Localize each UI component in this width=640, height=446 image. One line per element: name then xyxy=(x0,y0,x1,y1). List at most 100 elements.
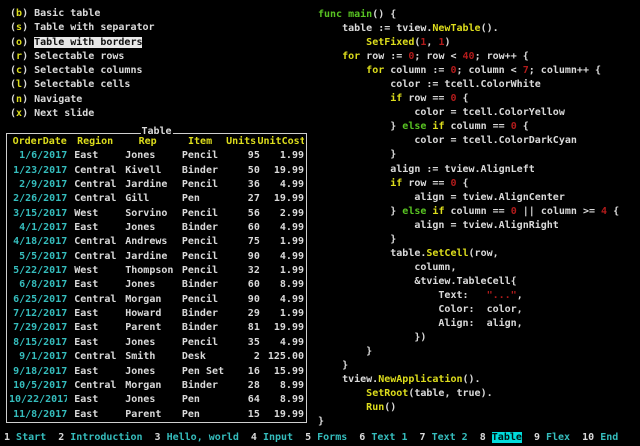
menu-item-x[interactable]: (x) Next slide xyxy=(10,107,155,121)
table-cell: East xyxy=(67,321,121,335)
table-cell: 81 xyxy=(229,321,260,335)
code-token: (). xyxy=(463,374,481,385)
code-token: { xyxy=(517,121,529,132)
code-token: row := xyxy=(360,51,408,62)
table-cell: Central xyxy=(67,192,121,206)
code-token: } xyxy=(318,360,348,371)
table-cell: 7/29/2017 xyxy=(9,321,67,335)
table-cell: 4.99 xyxy=(260,178,304,192)
table-cell: Parent xyxy=(121,321,178,335)
table-row: 4/1/2017EastJonesBinder604.99 xyxy=(9,221,304,235)
table-header-cell: Region xyxy=(70,135,120,149)
table-cell: 2 xyxy=(229,350,260,364)
code-token: SetRoot xyxy=(366,388,408,399)
table-cell: 4.99 xyxy=(260,336,304,350)
code-token: } xyxy=(318,416,324,427)
status-bar: 1 Start 2 Introduction 3 Hello, world 4 … xyxy=(4,430,640,446)
code-token: ) xyxy=(444,37,450,48)
table-cell: 28 xyxy=(229,379,260,393)
table-cell: 125.00 xyxy=(260,350,304,364)
code-token: color := tcell.ColorWhite xyxy=(318,79,541,90)
table-cell: Central xyxy=(67,178,121,192)
table-cell: Jones xyxy=(121,393,178,407)
table-cell: Binder xyxy=(178,221,229,235)
menu-item-c[interactable]: (c) Selectable columns xyxy=(10,64,155,78)
table-header-cell: OrderDate xyxy=(9,135,70,149)
status-slide-6[interactable]: 6 Text 1 xyxy=(359,432,407,443)
status-slide-9[interactable]: 9 Flex xyxy=(534,432,570,443)
menu-item-o[interactable]: (o) Table with borders xyxy=(10,36,155,50)
menu-item-s[interactable]: (s) Table with separator xyxy=(10,21,155,35)
menu-item-n[interactable]: (n) Navigate xyxy=(10,93,155,107)
table-cell: 1.99 xyxy=(260,264,304,278)
code-panel: func main() { table := tview.NewTable().… xyxy=(318,8,619,429)
status-slide-2[interactable]: 2 Introduction xyxy=(58,432,142,443)
slide-label: Text 1 xyxy=(371,432,407,443)
code-line: table := tview.NewTable(). xyxy=(318,22,619,36)
table-cell: East xyxy=(67,336,121,350)
table-cell: 15.99 xyxy=(260,365,304,379)
table-cell: East xyxy=(67,149,121,163)
slide-number: 1 xyxy=(4,432,16,443)
status-slide-10[interactable]: 10 End xyxy=(582,432,618,443)
menu-item-label: Table with borders xyxy=(34,37,142,48)
code-token: Text: xyxy=(318,290,487,301)
table-cell: 19.99 xyxy=(260,408,304,422)
code-token: () xyxy=(384,402,396,413)
menu-key-paren: ) xyxy=(22,65,34,76)
code-token: () { xyxy=(372,9,396,20)
code-line: color = tcell.ColorYellow xyxy=(318,106,619,120)
status-slide-4[interactable]: 4 Input xyxy=(251,432,293,443)
menu-key-paren: ) xyxy=(22,22,34,33)
code-token: NewTable xyxy=(432,23,480,34)
table-cell: 1.99 xyxy=(260,235,304,249)
code-token: "..." xyxy=(487,290,517,301)
status-slide-8[interactable]: 8 Table xyxy=(480,432,522,443)
menu-key-paren: ) xyxy=(22,8,34,19)
table-cell: 2/26/2017 xyxy=(9,192,67,206)
table-cell: 4.99 xyxy=(260,221,304,235)
table-row: 4/18/2017CentralAndrewsPencil751.99 xyxy=(9,235,304,249)
code-token: color = tcell.ColorYellow xyxy=(318,107,565,118)
code-token: else xyxy=(402,121,426,132)
code-line: Align: align, xyxy=(318,317,619,331)
code-token: table. xyxy=(318,248,426,259)
table-cell: Binder xyxy=(178,321,229,335)
table-cell: 19.99 xyxy=(260,321,304,335)
code-token xyxy=(318,388,366,399)
table-cell: Desk xyxy=(178,350,229,364)
menu-item-label: Selectable columns xyxy=(34,65,142,76)
table-cell: Binder xyxy=(178,164,229,178)
status-slide-7[interactable]: 7 Text 2 xyxy=(420,432,468,443)
menu-item-r[interactable]: (r) Selectable rows xyxy=(10,50,155,64)
table-cell: Pencil xyxy=(178,264,229,278)
menu-item-l[interactable]: (l) Selectable cells xyxy=(10,78,155,92)
table-cell: Pencil xyxy=(178,207,229,221)
table-row: 2/9/2017CentralJardinePencil364.99 xyxy=(9,178,304,192)
table-row: 5/5/2017CentralJardinePencil904.99 xyxy=(9,250,304,264)
table-cell: 8/15/2017 xyxy=(9,336,67,350)
table-cell: 4/1/2017 xyxy=(9,221,67,235)
menu-key-paren: ) xyxy=(22,79,34,90)
code-line: Text: "...", xyxy=(318,289,619,303)
table-cell: Central xyxy=(67,164,121,178)
status-slide-1[interactable]: 1 Start xyxy=(4,432,46,443)
table-cell: Kivell xyxy=(121,164,178,178)
code-line: } else if column == 0 || column >= 4 { xyxy=(318,205,619,219)
code-token: SetCell xyxy=(426,248,468,259)
menu-item-b[interactable]: (b) Basic table xyxy=(10,7,155,21)
slide-number: 5 xyxy=(305,432,317,443)
table-header-row: OrderDateRegionRepItemUnitsUnitCost xyxy=(9,135,304,149)
code-line: for row := 0; row < 40; row++ { xyxy=(318,50,619,64)
code-token: (row, xyxy=(469,248,499,259)
data-table: OrderDateRegionRepItemUnitsUnitCost1/6/2… xyxy=(9,135,304,422)
code-token: { xyxy=(607,206,619,217)
status-slide-5[interactable]: 5 Forms xyxy=(305,432,347,443)
table-cell: 5/5/2017 xyxy=(9,250,67,264)
table-cell: 4.99 xyxy=(260,250,304,264)
code-token xyxy=(318,93,390,104)
table-cell: Thompson xyxy=(121,264,178,278)
table-row: 9/18/2017EastJonesPen Set1615.99 xyxy=(9,365,304,379)
status-slide-3[interactable]: 3 Hello, world xyxy=(155,432,239,443)
table-cell: East xyxy=(67,365,121,379)
